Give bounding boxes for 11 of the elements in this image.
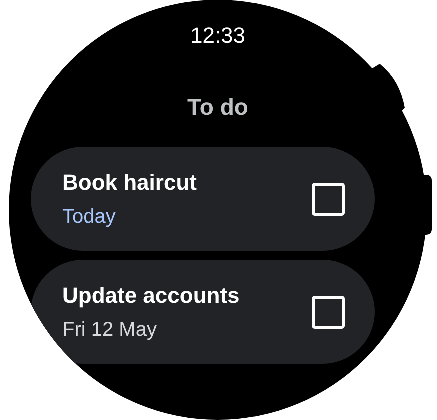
task-card[interactable]: Update accounts Fri 12 May	[30, 260, 374, 364]
side-button[interactable]	[422, 175, 432, 235]
task-title: Update accounts	[62, 282, 241, 308]
clock-time: 12:33	[190, 22, 246, 50]
task-card[interactable]: Book haircut Today	[30, 147, 374, 251]
task-date: Today	[62, 206, 117, 228]
task-title: Book haircut	[62, 170, 198, 196]
checkbox[interactable]	[312, 182, 344, 216]
checkbox[interactable]	[312, 296, 344, 328]
task-date: Fri 12 May	[62, 318, 158, 342]
screen-title: To do	[188, 93, 248, 122]
